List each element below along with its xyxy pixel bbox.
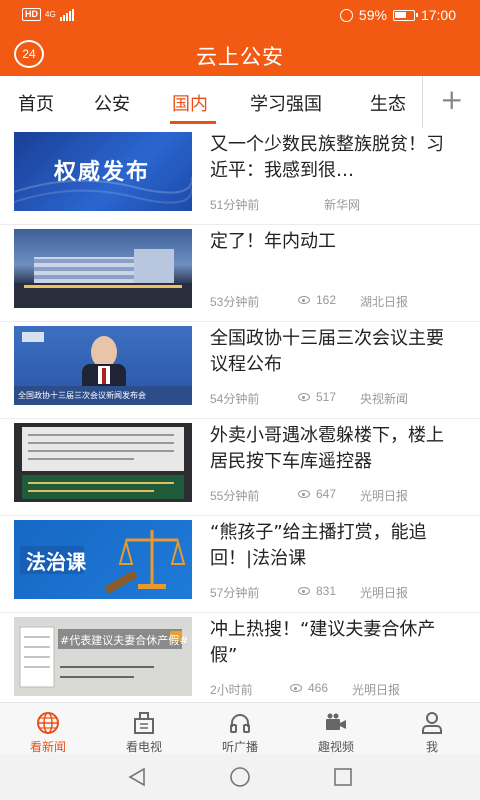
hd-indicator: HD xyxy=(22,8,41,21)
nav-item-news[interactable]: 看新闻 xyxy=(0,703,96,755)
tab-ecology[interactable]: 生态 xyxy=(370,90,406,116)
app-header: 24 云上公安 xyxy=(0,32,480,76)
news-time: 57分钟前 xyxy=(210,586,260,600)
news-time: 55分钟前 xyxy=(210,489,260,503)
news-item[interactable]: 全国政协十三届三次会议新闻发布会 全国政协十三届三次会议主要议程公布 54分钟前… xyxy=(0,322,480,419)
news-title[interactable]: 冲上热搜！“建议夫妻合休产假” xyxy=(210,617,460,669)
news-thumbnail: 全国政协十三届三次会议新闻发布会 xyxy=(14,326,192,405)
bottom-nav: 看新闻 看电视 听广播 趣视频 我 xyxy=(0,702,480,754)
news-source: 湖北日报 xyxy=(360,295,409,309)
status-bar: HD 4G 59% 17:00 xyxy=(0,0,480,32)
news-item[interactable]: 法治课 “熊孩子”给主播打赏，能追回！|法治课 57分钟前 831 光明日报 xyxy=(0,516,480,613)
news-time: 53分钟前 xyxy=(210,295,260,309)
news-thumbnail: 法治课 xyxy=(14,520,192,599)
clock: 17:00 xyxy=(420,7,456,23)
nav-item-me[interactable]: 我 xyxy=(384,703,480,755)
tab-police[interactable]: 公安 xyxy=(94,90,130,116)
thumbnail-caption: 全国政协十三届三次会议新闻发布会 xyxy=(18,391,146,400)
headphones-icon xyxy=(230,714,250,733)
thumbnail-text: 权威发布 xyxy=(54,160,151,185)
building-icon xyxy=(134,712,154,734)
news-item[interactable]: 定了！年内动工 53分钟前 162 湖北日报 xyxy=(0,225,480,322)
channel-tabs: 首页 公安 国内 学习强国 生态 + xyxy=(0,76,480,128)
nav-label: 看电视 xyxy=(125,740,162,754)
nav-item-radio[interactable]: 听广播 xyxy=(192,703,288,755)
page-title: 云上公安 xyxy=(196,45,284,69)
tab-home[interactable]: 首页 xyxy=(18,90,54,116)
news-title[interactable]: “熊孩子”给主播打赏，能追回！|法治课 xyxy=(210,520,460,572)
nav-label: 我 xyxy=(425,740,438,754)
news-source: 光明日报 xyxy=(352,683,401,697)
globe-icon xyxy=(37,712,59,734)
news-source: 新华网 xyxy=(324,198,361,212)
eye-icon xyxy=(298,393,310,401)
tab-xuexi[interactable]: 学习强国 xyxy=(250,90,322,116)
nav-label: 听广播 xyxy=(221,740,258,754)
news-views: 162 xyxy=(298,293,336,307)
view-count: 466 xyxy=(308,681,329,695)
thumbnail-text: 法治课 xyxy=(26,550,86,574)
news-thumbnail xyxy=(14,423,192,502)
eye-icon xyxy=(298,490,310,498)
news-title[interactable]: 全国政协十三届三次会议主要议程公布 xyxy=(210,326,460,378)
battery-icon xyxy=(392,9,418,21)
view-count: 831 xyxy=(316,584,337,598)
back-icon[interactable] xyxy=(126,766,148,788)
news-source: 光明日报 xyxy=(360,489,409,503)
signal-icon xyxy=(59,8,74,21)
news-views: 647 xyxy=(298,487,336,501)
news-time: 51分钟前 xyxy=(210,198,260,212)
active-tab-indicator xyxy=(170,121,216,124)
news-title[interactable]: 定了！年内动工 xyxy=(210,229,460,255)
tab-domestic[interactable]: 国内 xyxy=(172,90,208,116)
news-source: 央视新闻 xyxy=(360,392,409,406)
news-title[interactable]: 又一个少数民族整族脱贫！习近平：我感到很… xyxy=(210,132,460,184)
add-channel-icon[interactable]: + xyxy=(440,84,463,116)
news-thumbnail: 权威发布 xyxy=(14,132,192,211)
system-nav-bar xyxy=(0,754,480,800)
nav-item-tv[interactable]: 看电视 xyxy=(96,703,192,755)
news-thumbnail: #代表建议夫妻合休产假# xyxy=(14,617,192,696)
news-thumbnail xyxy=(14,229,192,308)
news-title[interactable]: 外卖小哥遇冰雹躲楼下，楼上居民按下车库遥控器 xyxy=(210,423,460,475)
nav-label: 看新闻 xyxy=(29,740,66,754)
battery-percent: 59% xyxy=(358,7,387,23)
eye-icon xyxy=(290,684,302,692)
network-type: 4G xyxy=(45,9,56,19)
news-views: 517 xyxy=(298,390,336,404)
view-count: 647 xyxy=(316,487,337,501)
eye-icon xyxy=(298,296,310,304)
news-views: 466 xyxy=(290,681,328,695)
news-item[interactable]: #代表建议夫妻合休产假# 冲上热搜！“建议夫妻合休产假” 2小时前 466 光明… xyxy=(0,613,480,702)
nav-label: 趣视频 xyxy=(317,740,354,754)
recents-icon[interactable] xyxy=(332,766,354,788)
news-time: 2小时前 xyxy=(210,683,253,697)
view-count: 517 xyxy=(316,390,337,404)
news-views: 831 xyxy=(298,584,336,598)
news-item[interactable]: 外卖小哥遇冰雹躲楼下，楼上居民按下车库遥控器 55分钟前 647 光明日报 xyxy=(0,419,480,516)
video-camera-icon xyxy=(326,713,346,730)
alarm-icon xyxy=(339,8,353,22)
news-item[interactable]: 权威发布 又一个少数民族整族脱贫！习近平：我感到很… 51分钟前 新华网 xyxy=(0,128,480,225)
view-count: 162 xyxy=(316,293,337,307)
thumbnail-text: #代表建议夫妻合休产假# xyxy=(60,634,189,647)
home-icon[interactable] xyxy=(229,766,251,788)
news-list: 权威发布 又一个少数民族整族脱贫！习近平：我感到很… 51分钟前 新华网 定了！… xyxy=(0,128,480,702)
nav-item-video[interactable]: 趣视频 xyxy=(288,703,384,755)
user-icon xyxy=(422,712,442,734)
news-time: 54分钟前 xyxy=(210,392,260,406)
eye-icon xyxy=(298,587,310,595)
news-source: 光明日报 xyxy=(360,586,409,600)
